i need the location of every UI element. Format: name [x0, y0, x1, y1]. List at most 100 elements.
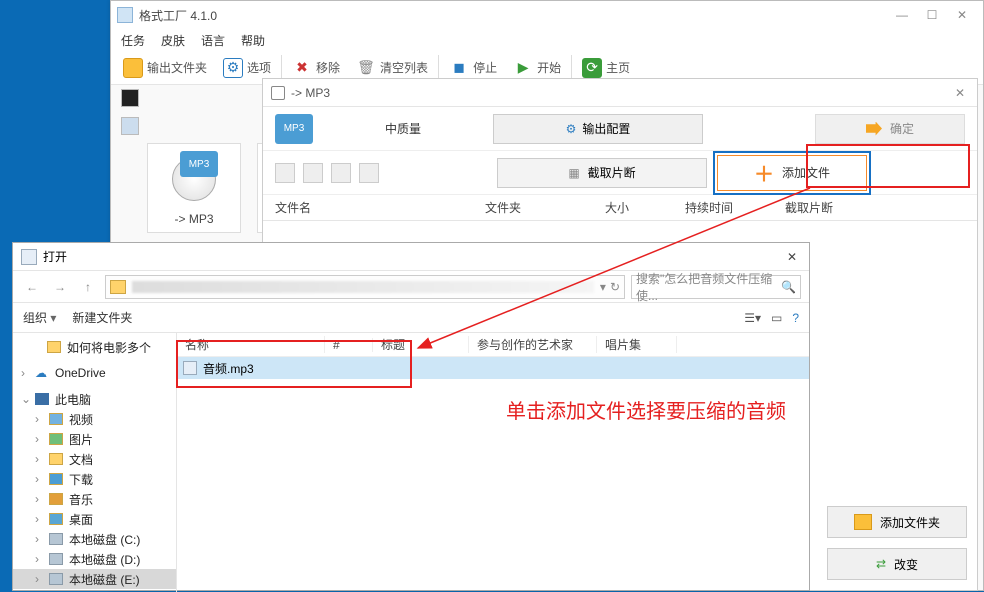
nav-up[interactable]: ↑ [77, 276, 99, 298]
output-folder-button[interactable]: 输出文件夹 [117, 56, 213, 80]
drive-c-item[interactable]: ›本地磁盘 (C:) [13, 529, 176, 549]
maximize-button[interactable]: ☐ [917, 8, 947, 22]
path-bar: ← → ↑ ▾↻ 搜索"怎么把音频文件压缩使... 🔍 [13, 271, 809, 303]
quick-access-item[interactable]: 如何将电影多个 [13, 337, 176, 357]
mini-btn-1[interactable] [275, 163, 295, 183]
play-icon: ▶ [513, 58, 533, 78]
change-button[interactable]: ⇄ 改变 [827, 548, 967, 580]
home-icon: ⟳ [582, 58, 602, 78]
clip-button[interactable]: ▦ 截取片断 [497, 158, 707, 188]
mp3-dialog-title: -> MP3 [291, 86, 951, 100]
audio-category-icon[interactable] [121, 117, 139, 135]
fh-num[interactable]: # [325, 338, 373, 352]
onedrive-item[interactable]: ›☁OneDrive [13, 363, 176, 383]
col-filename[interactable]: 文件名 [275, 199, 485, 216]
pictures-icon [49, 433, 63, 445]
file-list-header: 名称 # 标题 参与创作的艺术家 唱片集 [177, 333, 809, 357]
remove-button[interactable]: ✖移除 [286, 56, 346, 80]
pc-icon [35, 393, 49, 405]
mp3-format-tile[interactable]: MP3 -> MP3 [147, 143, 241, 233]
fh-album[interactable]: 唱片集 [597, 336, 677, 353]
path-controls: ▾↻ [600, 280, 620, 294]
arrow-icon [866, 122, 882, 136]
preview-button[interactable]: ▭ [771, 311, 782, 325]
path-input[interactable]: ▾↻ [105, 275, 625, 299]
folder-icon [123, 58, 143, 78]
nav-forward[interactable]: → [49, 276, 71, 298]
ok-button[interactable]: 确定 [815, 114, 965, 144]
mp3-dialog-close[interactable]: ✕ [951, 86, 969, 100]
mini-btn-4[interactable] [359, 163, 379, 183]
audio-file-icon [183, 361, 197, 375]
video-icon [49, 413, 63, 425]
desktop-item[interactable]: ›桌面 [13, 509, 176, 529]
videos-item[interactable]: ›视频 [13, 409, 176, 429]
folder-icon [47, 341, 61, 353]
menu-task[interactable]: 任务 [121, 32, 145, 49]
open-dialog-toolbar: 组织 新建文件夹 ☰▾ ▭ ? [13, 303, 809, 333]
gear-icon: ⚙ [566, 122, 577, 136]
open-dialog-close[interactable]: ✕ [783, 250, 801, 264]
mini-btn-3[interactable] [331, 163, 351, 183]
fh-name[interactable]: 名称 [177, 336, 325, 353]
remove-icon: ✖ [292, 58, 312, 78]
app-title: 格式工厂 4.1.0 [139, 7, 887, 24]
file-row[interactable]: 音频.mp3 [177, 357, 809, 379]
plus-icon: ＋ [754, 158, 774, 187]
category-sidebar [121, 89, 139, 135]
minimize-button[interactable]: — [887, 8, 917, 22]
clear-button[interactable]: 🗑清空列表 [350, 56, 434, 80]
help-button[interactable]: ? [792, 311, 799, 325]
menu-skin[interactable]: 皮肤 [161, 32, 185, 49]
desktop-icon [49, 513, 63, 525]
start-button[interactable]: ▶开始 [507, 56, 567, 80]
stop-button[interactable]: ◼停止 [443, 56, 503, 80]
organize-dropdown[interactable]: 组织 [23, 309, 56, 326]
mp3-badge-icon: MP3 [275, 114, 313, 144]
downloads-item[interactable]: ›下载 [13, 469, 176, 489]
video-category-icon[interactable] [121, 89, 139, 107]
gear-icon: ⚙ [223, 58, 243, 78]
col-size[interactable]: 大小 [605, 199, 685, 216]
options-button[interactable]: ⚙选项 [217, 56, 277, 80]
stop-icon: ◼ [449, 58, 469, 78]
folder-icon [110, 280, 126, 294]
new-folder-button[interactable]: 新建文件夹 [72, 309, 132, 326]
search-icon: 🔍 [781, 280, 796, 294]
dialog-icon [271, 86, 285, 100]
fh-artist[interactable]: 参与创作的艺术家 [469, 336, 597, 353]
mp3-dialog-titlebar: -> MP3 ✕ [263, 79, 977, 107]
open-dialog-titlebar: 打开 ✕ [13, 243, 809, 271]
col-duration[interactable]: 持续时间 [685, 199, 785, 216]
menu-help[interactable]: 帮助 [241, 32, 265, 49]
right-button-group: 添加文件夹 ⇄ 改变 [827, 506, 967, 580]
menu-language[interactable]: 语言 [201, 32, 225, 49]
fh-title[interactable]: 标题 [373, 336, 469, 353]
drive-d-item[interactable]: ›本地磁盘 (D:) [13, 549, 176, 569]
drive-e-item[interactable]: ›本地磁盘 (E:) [13, 569, 176, 589]
col-folder[interactable]: 文件夹 [485, 199, 605, 216]
file-list: 名称 # 标题 参与创作的艺术家 唱片集 音频.mp3 [177, 333, 809, 592]
file-name: 音频.mp3 [203, 360, 254, 377]
titlebar: 格式工厂 4.1.0 — ☐ ✕ [111, 1, 983, 29]
film-icon: ▦ [568, 166, 579, 180]
drive-icon [49, 573, 63, 585]
add-file-button[interactable]: ＋ 添加文件 [717, 155, 867, 191]
nav-back[interactable]: ← [21, 276, 43, 298]
add-folder-button[interactable]: 添加文件夹 [827, 506, 967, 538]
this-pc-item[interactable]: ⌄此电脑 [13, 389, 176, 409]
documents-icon [49, 453, 63, 465]
drive-icon [49, 553, 63, 565]
home-button[interactable]: ⟳主页 [576, 56, 636, 80]
output-config-button[interactable]: ⚙ 输出配置 [493, 114, 703, 144]
close-button[interactable]: ✕ [947, 8, 977, 22]
view-button[interactable]: ☰▾ [744, 311, 761, 325]
music-item[interactable]: ›音乐 [13, 489, 176, 509]
documents-item[interactable]: ›文档 [13, 449, 176, 469]
col-clip[interactable]: 截取片断 [785, 199, 965, 216]
mini-btn-2[interactable] [303, 163, 323, 183]
search-input[interactable]: 搜索"怎么把音频文件压缩使... 🔍 [631, 275, 801, 299]
pictures-item[interactable]: ›图片 [13, 429, 176, 449]
menubar: 任务 皮肤 语言 帮助 [111, 29, 983, 51]
app-logo-icon [117, 7, 133, 23]
